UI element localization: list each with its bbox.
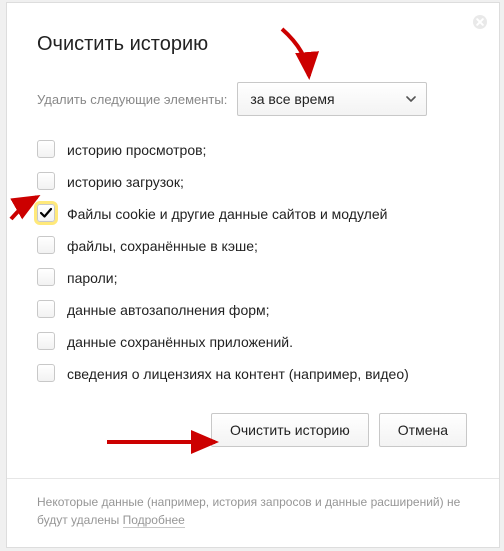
checkbox-label: историю просмотров; — [67, 140, 206, 159]
checkbox-label: сведения о лицензиях на контент (наприме… — [67, 364, 409, 383]
cb-app-data[interactable]: данные сохранённых приложений. — [37, 332, 469, 351]
footer-note: Некоторые данные (например, история запр… — [7, 478, 499, 547]
clear-history-button[interactable]: Очистить историю — [211, 413, 369, 447]
checkbox-icon — [37, 332, 55, 350]
cb-download-history[interactable]: историю загрузок; — [37, 172, 469, 191]
cb-autofill[interactable]: данные автозаполнения форм; — [37, 300, 469, 319]
cancel-button-label: Отмена — [398, 422, 448, 438]
checkbox-label: Файлы cookie и другие данные сайтов и мо… — [67, 204, 387, 223]
checkbox-label: данные сохранённых приложений. — [67, 332, 293, 351]
checkbox-label: файлы, сохранённые в кэше; — [67, 236, 258, 255]
time-range-select[interactable]: за все время — [237, 82, 427, 116]
footer-more-link[interactable]: Подробнее — [123, 513, 185, 528]
time-range-label: Удалить следующие элементы: — [37, 92, 227, 107]
cancel-button[interactable]: Отмена — [379, 413, 467, 447]
checkbox-icon — [37, 172, 55, 190]
dialog-title: Очистить историю — [37, 33, 469, 56]
checkbox-icon — [37, 236, 55, 254]
clear-history-dialog: Очистить историю Удалить следующие элеме… — [6, 2, 500, 548]
cb-cache[interactable]: файлы, сохранённые в кэше; — [37, 236, 469, 255]
checkbox-icon — [37, 364, 55, 382]
time-range-value: за все время — [250, 91, 334, 107]
cb-browsing-history[interactable]: историю просмотров; — [37, 140, 469, 159]
checkbox-label: пароли; — [67, 268, 118, 287]
checkbox-icon — [37, 140, 55, 158]
checkbox-icon — [37, 268, 55, 286]
close-button[interactable] — [471, 13, 489, 31]
checkbox-label: историю загрузок; — [67, 172, 184, 191]
dialog-actions: Очистить историю Отмена — [37, 413, 469, 447]
cb-passwords[interactable]: пароли; — [37, 268, 469, 287]
checkbox-icon — [37, 204, 55, 222]
cb-licenses[interactable]: сведения о лицензиях на контент (наприме… — [37, 364, 469, 383]
checkbox-label: данные автозаполнения форм; — [67, 300, 270, 319]
cb-cookies[interactable]: Файлы cookie и другие данные сайтов и мо… — [37, 204, 469, 223]
clear-history-button-label: Очистить историю — [230, 422, 350, 438]
checkbox-list: историю просмотров; историю загрузок; Файл… — [37, 140, 469, 383]
time-range-row: Удалить следующие элементы: за все время — [37, 82, 469, 116]
footer-text: Некоторые данные (например, история запр… — [37, 495, 460, 527]
chevron-down-icon — [406, 96, 416, 102]
checkbox-icon — [37, 300, 55, 318]
close-icon — [472, 14, 488, 30]
